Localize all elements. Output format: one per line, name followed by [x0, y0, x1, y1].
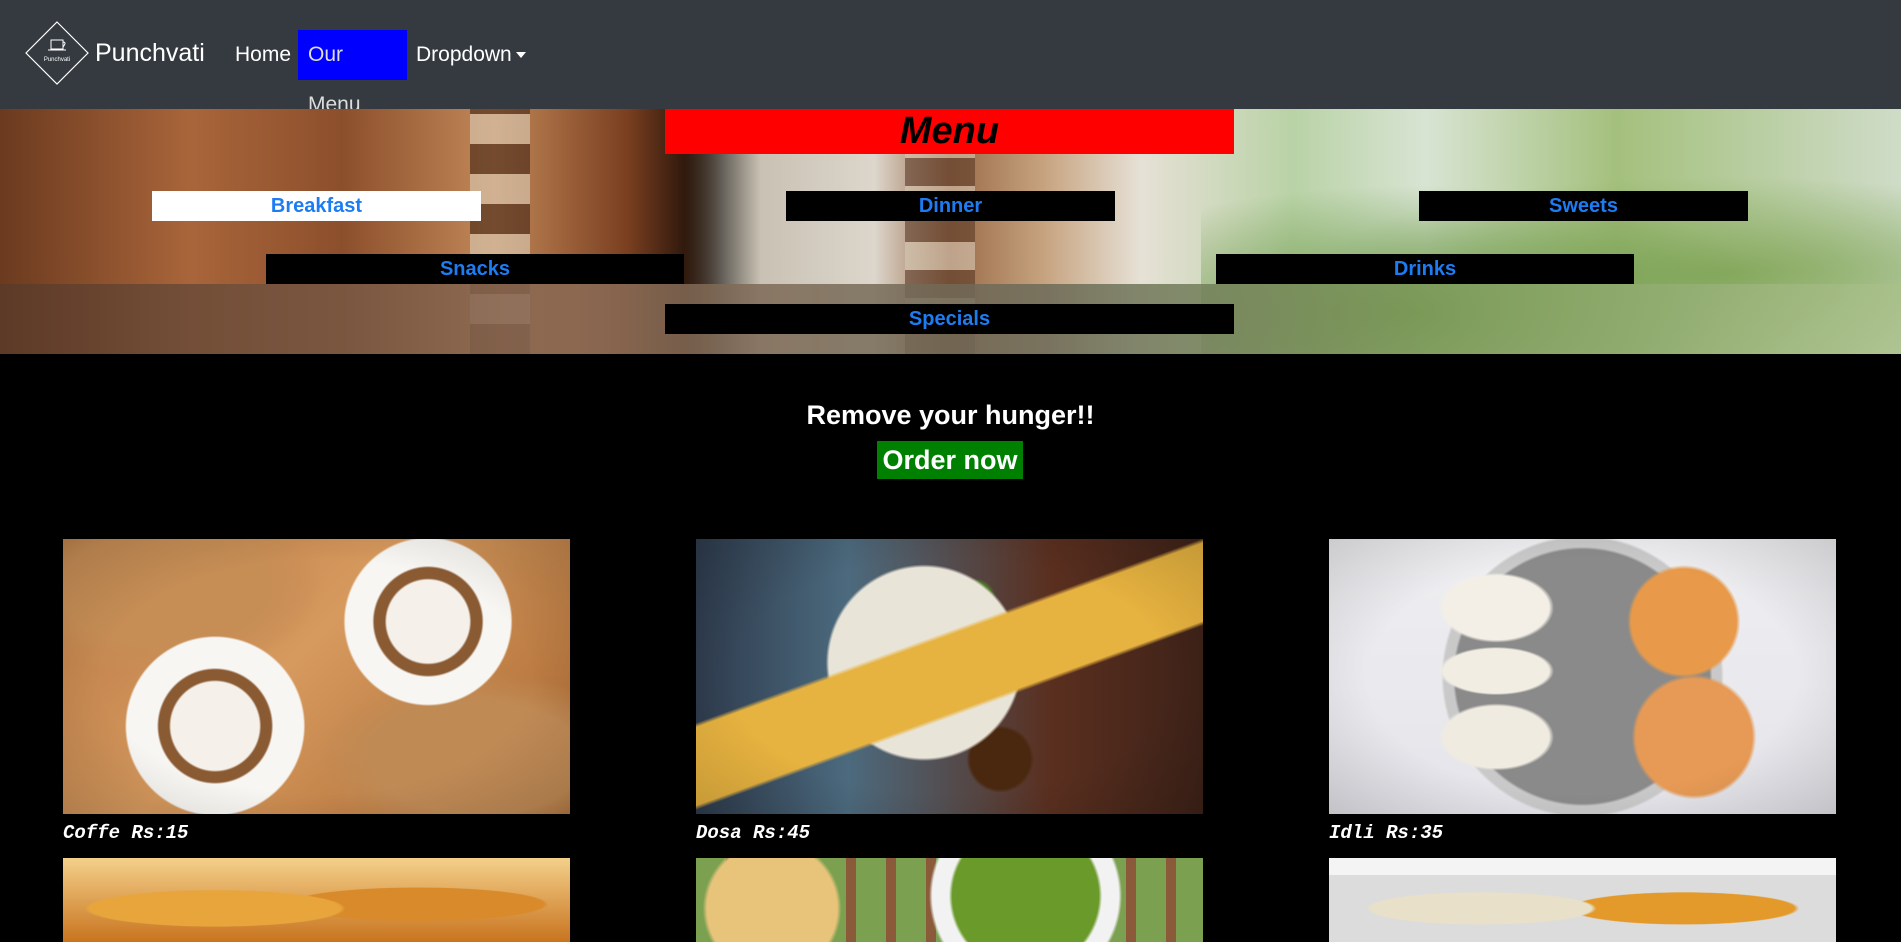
menu-hero-banner: Menu Breakfast Dinner Sweets Snacks Drin…: [0, 109, 1901, 354]
pav-image[interactable]: [63, 858, 570, 942]
navbar: Punchvati Punchvati Home Our Menu Dropdo…: [0, 0, 1901, 116]
brand-name[interactable]: Punchvati: [95, 38, 205, 68]
coffee-image[interactable]: [63, 539, 570, 814]
category-specials[interactable]: Specials: [665, 304, 1234, 334]
caret-down-icon: [515, 52, 526, 59]
category-drinks[interactable]: Drinks: [1216, 254, 1634, 284]
category-dinner[interactable]: Dinner: [786, 191, 1115, 221]
punchvati-logo[interactable]: Punchvati: [24, 20, 90, 86]
pani-puri-image[interactable]: [696, 858, 1203, 942]
menu-title: Menu: [665, 109, 1234, 154]
svg-text:Punchvati: Punchvati: [44, 57, 70, 63]
order-now-button[interactable]: Order now: [877, 441, 1023, 479]
idli-image[interactable]: [1329, 539, 1836, 814]
menu-item-label: Coffe Rs:15: [63, 822, 189, 844]
nav-dropdown-toggle[interactable]: Dropdown: [406, 30, 536, 80]
dosa-image[interactable]: [696, 539, 1203, 814]
category-breakfast[interactable]: Breakfast: [152, 191, 481, 221]
chutney-image[interactable]: [1329, 858, 1836, 942]
category-snacks[interactable]: Snacks: [266, 254, 684, 284]
menu-item-label: Idli Rs:35: [1329, 822, 1444, 844]
nav-our-menu-link[interactable]: Our Menu: [298, 30, 407, 116]
nav-dropdown-label: Dropdown: [416, 43, 512, 66]
category-sweets[interactable]: Sweets: [1419, 191, 1748, 221]
menu-item-label: Dosa Rs:45: [696, 822, 811, 844]
nav-home-link[interactable]: Home: [225, 30, 301, 80]
tagline: Remove your hunger!!: [806, 400, 1095, 430]
